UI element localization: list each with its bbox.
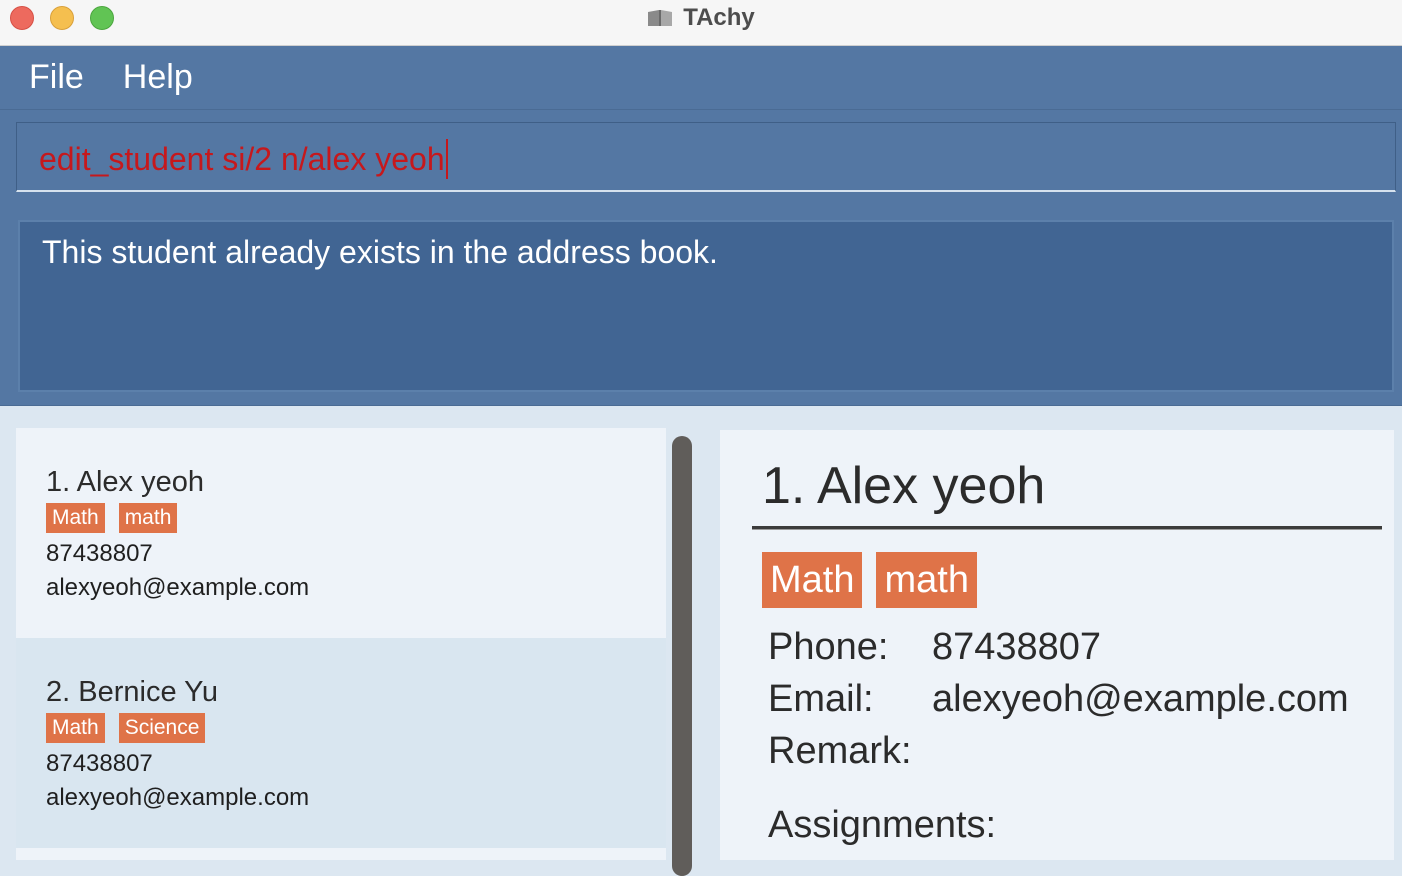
tag: Science	[118, 713, 206, 743]
menu-bar: File Help	[0, 46, 1402, 110]
tag: Math	[762, 552, 863, 608]
email-label: Email:	[768, 678, 874, 720]
student-card[interactable]: 2. Bernice Yu Math Science 87438807 alex…	[16, 638, 666, 848]
tag: math	[118, 503, 178, 533]
command-input[interactable]: edit_student si/2 n/alex yeoh	[16, 122, 1396, 192]
student-phone: 87438807	[46, 540, 153, 567]
text-caret	[445, 139, 448, 179]
menu-help[interactable]: Help	[123, 58, 193, 97]
student-email: alexyeoh@example.com	[46, 574, 310, 601]
tag: math	[876, 552, 977, 608]
menu-file[interactable]: File	[29, 58, 84, 97]
detail-tags: Math math	[762, 552, 977, 608]
result-message: This student already exists in the addre…	[42, 234, 718, 270]
tag-row: Math math	[46, 503, 636, 533]
detail-divider	[752, 526, 1382, 530]
student-list[interactable]: 1. Alex yeoh Math math 87438807 alexyeoh…	[16, 428, 666, 860]
email-value: alexyeoh@example.com	[932, 678, 1349, 720]
command-area: edit_student si/2 n/alex yeoh	[0, 110, 1402, 206]
command-input-text[interactable]: edit_student si/2 n/alex yeoh	[39, 139, 448, 179]
detail-name: 1. Alex yeoh	[762, 457, 1046, 515]
tag: Math	[46, 713, 105, 743]
tag: Math	[46, 503, 105, 533]
student-card-partial[interactable]	[16, 848, 666, 860]
window-title-group: TAchy	[0, 0, 1402, 36]
phone-label: Phone:	[768, 626, 889, 668]
window-title: TAchy	[683, 4, 755, 31]
student-name: 2. Bernice Yu	[46, 676, 218, 708]
open-book-icon	[647, 8, 673, 28]
assignments-label: Assignments:	[768, 804, 997, 846]
remark-label: Remark:	[768, 730, 912, 772]
result-display: This student already exists in the addre…	[18, 220, 1394, 392]
phone-value: 87438807	[932, 626, 1102, 668]
student-phone: 87438807	[46, 750, 153, 777]
list-scrollbar-thumb[interactable]	[672, 436, 692, 876]
tag-row: Math Science	[46, 713, 636, 743]
student-name: 1. Alex yeoh	[46, 466, 204, 498]
title-bar: TAchy	[0, 0, 1402, 46]
student-detail-panel: 1. Alex yeoh Math math Phone: 87438807 E…	[720, 430, 1394, 860]
command-value: edit_student si/2 n/alex yeoh	[39, 140, 445, 177]
student-email: alexyeoh@example.com	[46, 784, 310, 811]
student-card[interactable]: 1. Alex yeoh Math math 87438807 alexyeoh…	[16, 428, 666, 638]
result-area: This student already exists in the addre…	[0, 206, 1402, 406]
